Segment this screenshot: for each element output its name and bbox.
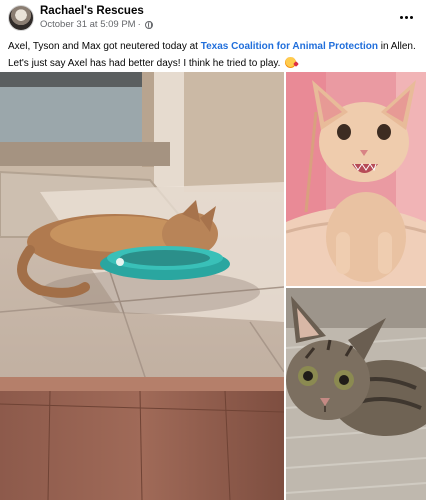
meta-separator: · [137,19,141,30]
post-photo-top-right[interactable] [286,72,426,286]
caption-text: Axel, Tyson and Max got neutered today a… [8,41,201,52]
post-header: Rachael's Rescues October 31 at 5:09 PM … [0,0,426,36]
caption-line-2: Let's just say Axel has had better days!… [8,55,418,72]
caption-text: in Allen. [377,41,416,52]
globe-icon[interactable] [144,20,153,29]
page-name-link[interactable]: Rachael's Rescues [40,5,144,17]
page-avatar[interactable] [8,5,34,31]
more-options-button[interactable] [396,7,416,27]
more-dot-icon [404,15,408,19]
photo-bottom-right-image [286,288,426,500]
post-photo-bottom-right[interactable] [286,288,426,500]
caption-text: Let's just say Axel has had better days!… [8,58,284,69]
more-dot-icon [399,15,403,19]
more-dot-icon [409,15,413,19]
post-meta: October 31 at 5:09 PM · [40,19,153,30]
smiling-face-with-hearts-icon [285,57,297,68]
photo-top-right-image [286,72,426,286]
photo-main-image [0,72,284,500]
post-caption: Axel, Tyson and Max got neutered today a… [8,38,418,72]
post-photo-main[interactable] [0,72,284,500]
caption-line-1: Axel, Tyson and Max got neutered today a… [8,38,418,55]
tagged-page-link[interactable]: Texas Coalition for Animal Protection [201,41,378,52]
post-timestamp[interactable]: October 31 at 5:09 PM [40,19,136,30]
